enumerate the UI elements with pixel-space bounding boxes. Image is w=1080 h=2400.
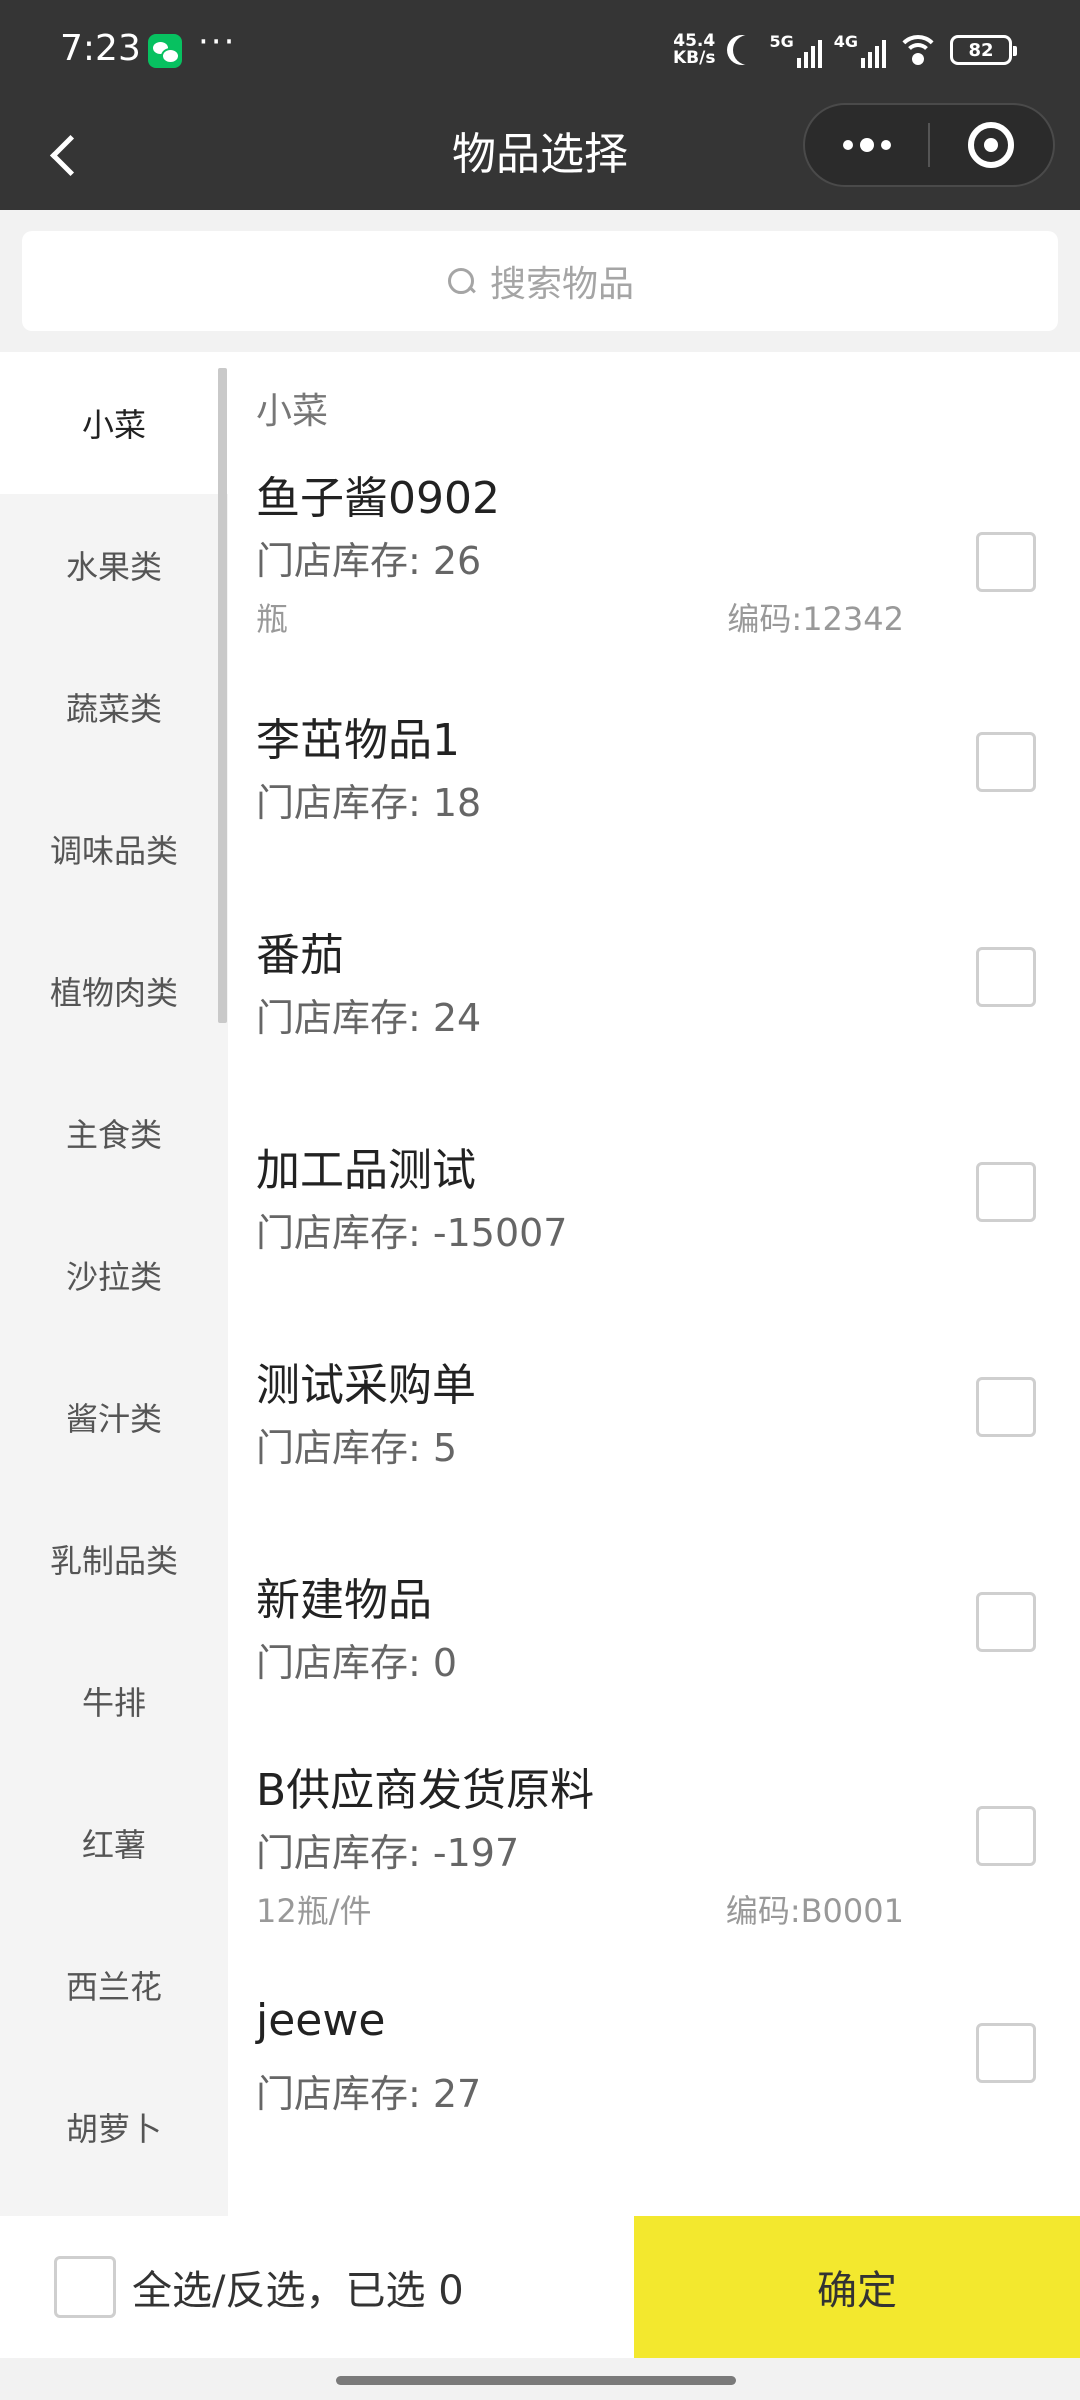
signal-4g-icon: 4G xyxy=(834,32,886,68)
wifi-icon xyxy=(898,35,938,65)
sidebar-item-salad[interactable]: 沙拉类 xyxy=(0,1204,228,1346)
item-stock: 门店库存: 5 xyxy=(256,1426,458,1470)
item-code: 编码:12342 xyxy=(727,600,904,638)
list-item[interactable]: 李茁物品1 门店库存: 18 xyxy=(228,704,1080,919)
sidebar-item-carrot[interactable]: 胡萝卜 xyxy=(0,2056,228,2198)
item-name: 新建物品 xyxy=(256,1575,432,1626)
do-not-disturb-icon xyxy=(733,35,763,65)
target-icon xyxy=(968,122,1015,168)
category-title: 小菜 xyxy=(256,391,329,432)
network-speed: 45.4 KB/s xyxy=(673,31,716,68)
search-input[interactable]: 搜索物品 xyxy=(22,231,1058,331)
item-checkbox[interactable] xyxy=(976,2023,1036,2083)
list-item[interactable]: jeewe 门店库存: 27 xyxy=(228,1995,1080,2210)
item-name: 李茁物品1 xyxy=(256,715,460,766)
miniprogram-capsule xyxy=(803,103,1055,187)
list-item[interactable]: 加工品测试 门店库存: -15007 xyxy=(228,1134,1080,1349)
sidebar-item-seasoning[interactable]: 调味品类 xyxy=(0,778,228,920)
nav-bar: 物品选择 xyxy=(0,100,1080,210)
select-all-toggle[interactable]: 全选/反选，已选 0 xyxy=(0,2216,634,2358)
item-name: B供应商发货原料 xyxy=(256,1765,595,1816)
search-placeholder: 搜索物品 xyxy=(489,264,634,305)
item-stock: 门店库存: -197 xyxy=(256,1831,520,1875)
item-checkbox[interactable] xyxy=(976,532,1036,592)
item-unit: 12瓶/件 xyxy=(256,1892,372,1930)
item-checkbox[interactable] xyxy=(976,947,1036,1007)
sidebar-item-dairy[interactable]: 乳制品类 xyxy=(0,1488,228,1630)
close-miniprogram-button[interactable] xyxy=(930,103,1053,187)
item-code: 编码:B0001 xyxy=(725,1892,904,1930)
item-name: 番茄 xyxy=(256,930,344,981)
status-time: 7:23 xyxy=(60,28,141,69)
item-stock: 门店库存: 0 xyxy=(256,1641,458,1685)
item-stock: 门店库存: 27 xyxy=(256,2072,482,2116)
status-bar: 7:23 ··· 45.4 KB/s 5G 4G 82 xyxy=(0,0,1080,100)
item-checkbox[interactable] xyxy=(976,732,1036,792)
sidebar-scrollbar[interactable] xyxy=(218,368,227,1023)
search-bar: 搜索物品 xyxy=(0,210,1080,352)
select-all-label: 全选/反选，已选 0 xyxy=(132,2268,464,2314)
sidebar-item-plant-meat[interactable]: 植物肉类 xyxy=(0,920,228,1062)
list-item[interactable]: 番茄 门店库存: 24 xyxy=(228,919,1080,1134)
sidebar-item-fruit[interactable]: 水果类 xyxy=(0,494,228,636)
wechat-icon xyxy=(148,34,182,68)
home-indicator-area xyxy=(0,2358,1080,2400)
item-stock: 门店库存: 24 xyxy=(256,996,482,1040)
list-item[interactable]: 鱼子酱0902 门店库存: 26 瓶 编码:12342 xyxy=(228,462,1080,677)
more-dot-icon xyxy=(880,140,891,150)
sidebar-item-sauce[interactable]: 酱汁类 xyxy=(0,1346,228,1488)
item-checkbox[interactable] xyxy=(976,1592,1036,1652)
item-stock: 门店库存: -15007 xyxy=(256,1211,568,1255)
item-stock: 门店库存: 26 xyxy=(256,539,482,583)
list-item[interactable]: B供应商发货原料 门店库存: -197 12瓶/件 编码:B0001 xyxy=(228,1754,1080,1969)
item-list: 小菜 鱼子酱0902 门店库存: 26 瓶 编码:12342 李茁物品1 门店库… xyxy=(228,352,1080,2216)
sidebar-item-broccoli[interactable]: 西兰花 xyxy=(0,1914,228,2056)
item-name: jeewe xyxy=(256,1995,386,2046)
item-name: 加工品测试 xyxy=(256,1145,476,1196)
home-indicator[interactable] xyxy=(336,2376,736,2385)
select-all-checkbox[interactable] xyxy=(54,2256,116,2318)
battery-level: 82 xyxy=(968,39,994,61)
more-options-button[interactable] xyxy=(805,103,928,187)
sidebar-item-sweet-potato[interactable]: 红薯 xyxy=(0,1772,228,1914)
item-unit: 瓶 xyxy=(256,600,289,638)
search-icon xyxy=(446,266,476,296)
more-dot-icon xyxy=(842,140,853,150)
list-item[interactable]: 测试采购单 门店库存: 5 xyxy=(228,1349,1080,1564)
more-notifications-icon: ··· xyxy=(198,22,237,62)
sidebar-item-xiaocai[interactable]: 小菜 xyxy=(0,352,228,494)
status-indicators: 45.4 KB/s 5G 4G 82 xyxy=(673,28,1017,72)
battery-icon: 82 xyxy=(950,35,1017,65)
sidebar-item-vegetable[interactable]: 蔬菜类 xyxy=(0,636,228,778)
back-button[interactable] xyxy=(40,127,96,183)
sidebar-item-staple[interactable]: 主食类 xyxy=(0,1062,228,1204)
category-sidebar: 小菜 水果类 蔬菜类 调味品类 植物肉类 主食类 沙拉类 酱汁类 乳制品类 牛排… xyxy=(0,352,228,2216)
sidebar-item-steak[interactable]: 牛排 xyxy=(0,1630,228,1772)
item-stock: 门店库存: 18 xyxy=(256,781,482,825)
item-checkbox[interactable] xyxy=(976,1806,1036,1866)
bottom-action-bar: 全选/反选，已选 0 确定 xyxy=(0,2216,1080,2358)
more-dot-icon xyxy=(859,138,874,152)
list-item[interactable]: 新建物品 门店库存: 0 xyxy=(228,1564,1080,1779)
item-name: 测试采购单 xyxy=(256,1360,476,1411)
item-checkbox[interactable] xyxy=(976,1377,1036,1437)
confirm-button[interactable]: 确定 xyxy=(634,2216,1080,2358)
item-name: 鱼子酱0902 xyxy=(256,473,500,524)
item-checkbox[interactable] xyxy=(976,1162,1036,1222)
signal-5g-icon: 5G xyxy=(769,32,822,68)
